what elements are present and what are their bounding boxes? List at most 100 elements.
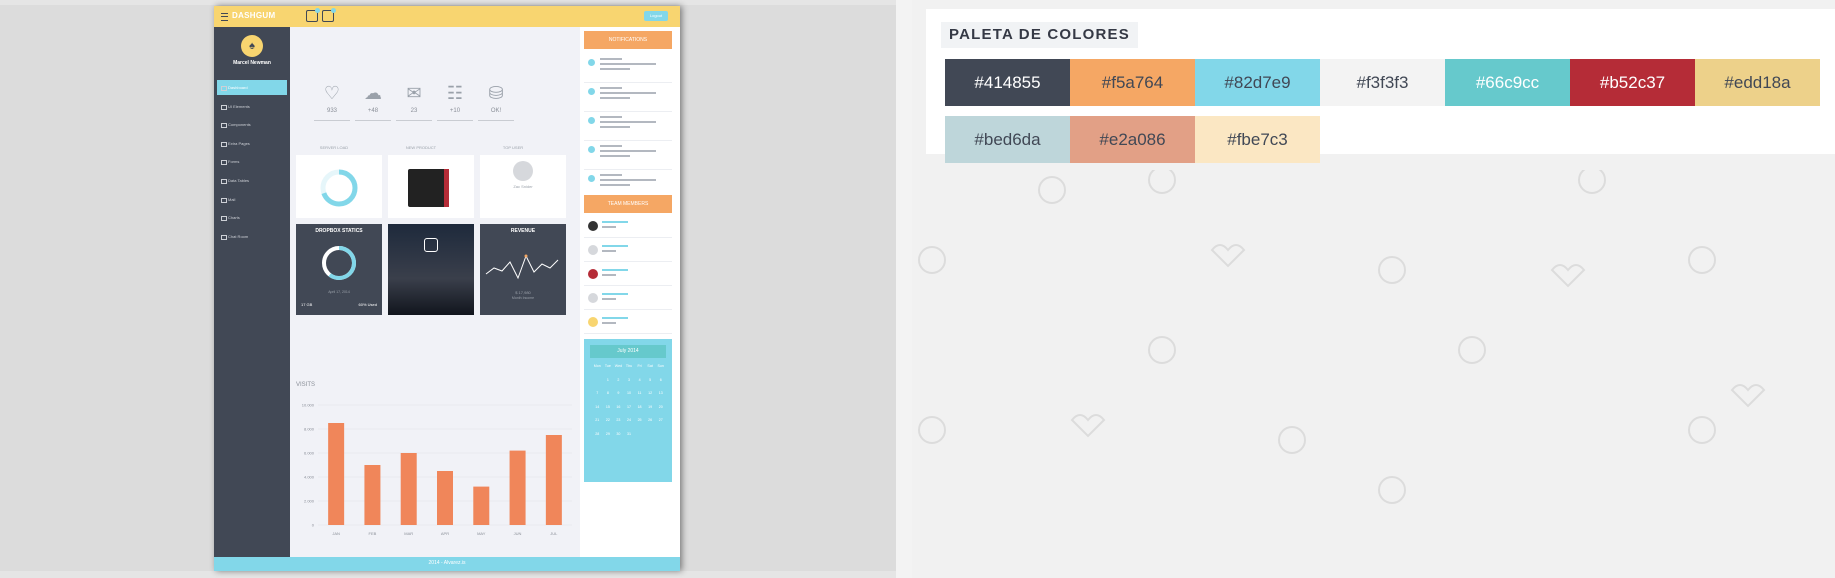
sidebar-item[interactable]: Chat Room [217,229,287,244]
palette-title: PALETA DE COLORES [941,22,1138,48]
y-tick-label: 2.000 [304,499,315,504]
calendar-day[interactable]: 9 [613,391,624,395]
x-tick-label: JUN [514,531,522,536]
top-user-card: Zac Snider [480,155,566,218]
team-member-item[interactable] [584,287,672,310]
calendar-day[interactable]: 4 [634,378,645,382]
calendar-day [655,432,666,436]
hamburger-icon[interactable] [221,13,228,21]
calendar-day[interactable]: 10 [624,391,635,395]
heart-icon: ♡ [323,83,341,103]
dashboard-right-column: NOTIFICATIONS TEAM MEMBERS July 2014 Mon… [580,27,680,557]
visits-bar[interactable] [509,450,526,525]
sidebar-item[interactable]: Charts [217,210,287,225]
dropbox-date: April 17, 2014 [328,290,350,294]
team-member-item[interactable] [584,263,672,286]
team-member-item[interactable] [584,311,672,334]
x-tick-label: MAY [477,531,486,536]
team-member-item[interactable] [584,239,672,262]
tasks-icon[interactable] [306,8,320,22]
calendar-day[interactable]: 24 [624,418,635,422]
calendar-day[interactable]: 26 [645,418,656,422]
stat-divider [437,120,473,121]
sidebar-item[interactable]: Dashboard [217,80,287,95]
calendar-day[interactable]: 5 [645,378,656,382]
visits-bar[interactable] [364,465,381,525]
notification-icon [588,146,595,153]
color-swatch: #f3f3f3 [1320,59,1445,106]
visits-bar[interactable] [545,435,562,525]
revenue-card: REVENUE $ 17,980 Month Income [480,224,566,315]
color-swatch: #fbe7c3 [1195,116,1320,163]
calendar-day[interactable]: 14 [592,405,603,409]
dashboard-logo: DASHGUM [232,11,276,20]
calendar-day[interactable]: 2 [613,378,624,382]
calendar-day[interactable]: 11 [634,391,645,395]
team-member-item[interactable] [584,215,672,238]
calendar-day[interactable]: 6 [655,378,666,382]
visits-bar[interactable] [473,486,490,525]
calendar-day[interactable]: 27 [655,418,666,422]
dropbox-stats-card: DROPBOX STATICS April 17, 2014 17 GB 60%… [296,224,382,315]
calendar-day[interactable]: 13 [655,391,666,395]
top-user-name: Zac Snider [513,184,533,189]
database-icon: ⛁ [488,83,504,103]
inbox-icon[interactable] [322,8,336,22]
color-swatch: #414855 [945,59,1070,106]
calendar-day[interactable]: 18 [634,405,645,409]
calendar-day[interactable]: 28 [592,432,603,436]
calendar-weekday: Tue [604,364,611,368]
calendar-day[interactable]: 7 [592,391,603,395]
calendar-day[interactable]: 17 [624,405,635,409]
dropbox-donut [322,246,356,280]
dashboard-preview-panel: DASHGUM Logout ♠ Marcel Newman Dashboard… [0,0,896,578]
stat-value: +10 [449,108,461,114]
y-tick-label: 4.000 [304,475,315,480]
calendar-day[interactable]: 31 [624,432,635,436]
sidebar-item[interactable]: Data Tables [217,173,287,188]
visits-bar[interactable] [400,453,417,525]
calendar-day[interactable]: 8 [603,391,614,395]
calendar-day[interactable]: 30 [613,432,624,436]
calendar-day[interactable]: 20 [655,405,666,409]
calendar-day [645,432,656,436]
visits-bar[interactable] [328,423,345,525]
new-product-card [388,155,474,218]
dropbox-title: DROPBOX STATICS [315,228,363,234]
visits-bar[interactable] [437,471,453,525]
calendar-day[interactable]: 12 [645,391,656,395]
instagram-icon [424,238,438,252]
stat-value: 23 [410,108,418,114]
notification-item[interactable] [584,109,672,141]
y-tick-label: 10.000 [302,403,315,408]
revenue-sparkline [485,254,559,280]
user-name: Marcel Newman [233,60,271,66]
calendar-day[interactable]: 22 [603,418,614,422]
calendar-day[interactable]: 25 [634,418,645,422]
dashboard-footer: 2014 - Alvarez.is [214,557,680,571]
calendar-day[interactable]: 15 [603,405,614,409]
calendar-day[interactable]: 1 [603,378,614,382]
sidebar-item[interactable]: Mail [217,192,287,207]
calendar-day[interactable]: 3 [624,378,635,382]
logout-button[interactable]: Logout [644,11,668,21]
sidebar-item[interactable]: UI Elements [217,99,287,114]
calendar-day [592,378,603,382]
sidebar-nav: Dashboard UI Elements Components Extra Page… [217,80,287,247]
calendar-day[interactable]: 29 [603,432,614,436]
notification-item[interactable] [584,51,672,83]
notification-item[interactable] [584,138,672,170]
color-swatch: #82d7e9 [1195,59,1320,106]
sidebar-item[interactable]: Forms [217,154,287,169]
x-tick-label: APR [441,531,449,536]
calendar-day[interactable]: 16 [613,405,624,409]
notification-item[interactable] [584,80,672,112]
calendar-day[interactable]: 23 [613,418,624,422]
calendar-day[interactable]: 19 [645,405,656,409]
sidebar-item[interactable]: Extra Pages [217,136,287,151]
card-label-new-product: NEW PRODUCT [405,145,437,150]
color-swatch: #f5a764 [1070,59,1195,106]
calendar-day[interactable]: 21 [592,418,603,422]
sidebar-item[interactable]: Components [217,117,287,132]
stat-value: +48 [367,108,379,114]
